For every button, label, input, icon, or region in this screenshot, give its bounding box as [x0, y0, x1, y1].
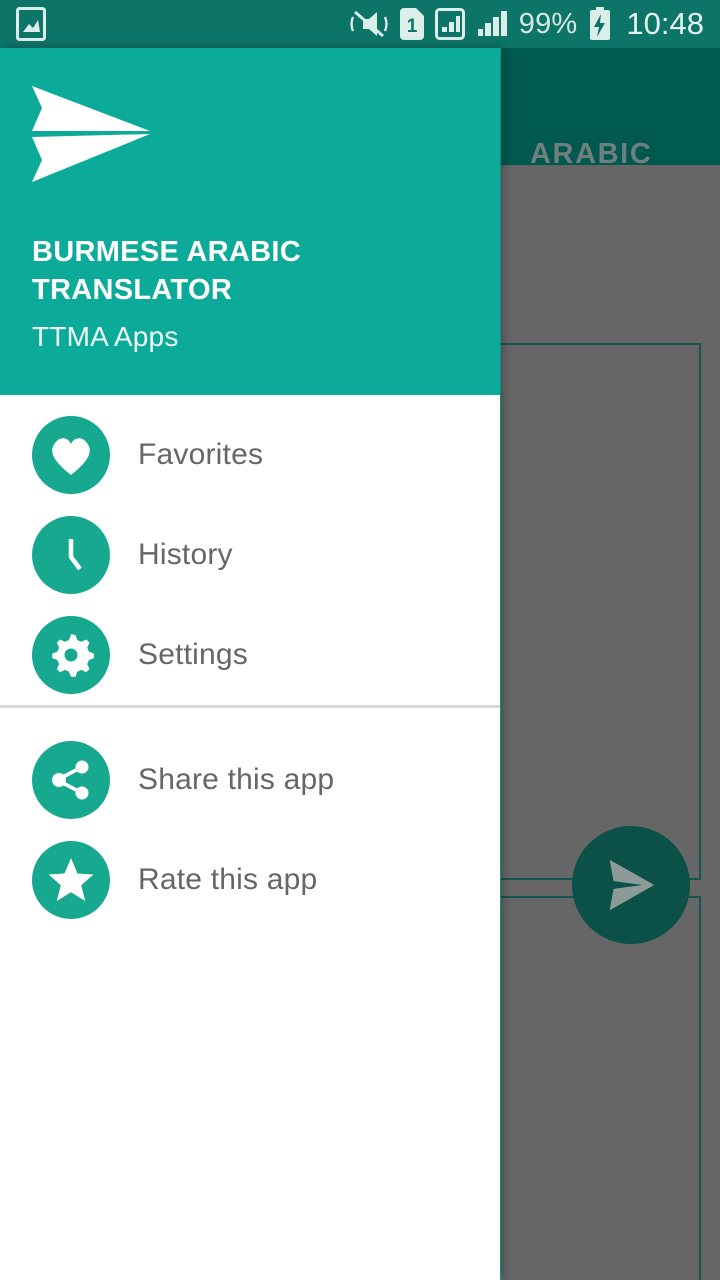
status-bar: 1 99% 10:48 [0, 0, 720, 48]
vibrate-mute-icon [349, 8, 389, 40]
signal-strength-icon [476, 8, 508, 40]
gear-icon [32, 616, 110, 694]
sidebar-item-favorites[interactable]: Favorites [0, 405, 500, 505]
sidebar-item-label: Rate this app [138, 863, 318, 896]
signal-strength-boxed-icon [434, 8, 465, 40]
drawer-header: BURMESE ARABIC TRANSLATOR TTMA Apps [0, 48, 500, 395]
battery-percent-label: 99% [518, 7, 578, 40]
translate-fab[interactable] [572, 826, 690, 944]
app-screen: ARABIC 1 99% 10:48 BURMESE ARABIC TRANSL… [0, 0, 720, 1280]
clock-icon [32, 516, 110, 594]
sidebar-item-label: Settings [138, 638, 248, 671]
clock-label: 10:48 [626, 6, 704, 41]
heart-icon [32, 416, 110, 494]
sidebar-item-label: History [138, 538, 233, 571]
share-icon [32, 741, 110, 819]
sim-card-1-icon: 1 [399, 8, 424, 40]
paper-plane-logo-icon [30, 84, 152, 184]
send-icon [600, 854, 662, 916]
star-icon [32, 841, 110, 919]
sidebar-item-share-this-app[interactable]: Share this app [0, 730, 500, 830]
svg-text:1: 1 [406, 16, 417, 37]
drawer-secondary-group: Share this app Rate this app [0, 708, 500, 930]
screenshot-notification-icon [16, 7, 46, 41]
developer-name: TTMA Apps [32, 321, 179, 352]
battery-charging-icon [588, 7, 612, 41]
sidebar-item-rate-this-app[interactable]: Rate this app [0, 830, 500, 930]
sidebar-item-settings[interactable]: Settings [0, 605, 500, 705]
app-title: BURMESE ARABIC TRANSLATOR [32, 236, 301, 306]
sidebar-item-history[interactable]: History [0, 505, 500, 605]
sidebar-item-label: Share this app [138, 763, 335, 796]
sidebar-item-label: Favorites [138, 438, 264, 471]
drawer-primary-group: Favorites History Settings [0, 395, 500, 705]
navigation-drawer[interactable]: BURMESE ARABIC TRANSLATOR TTMA Apps Favo… [0, 48, 500, 1280]
